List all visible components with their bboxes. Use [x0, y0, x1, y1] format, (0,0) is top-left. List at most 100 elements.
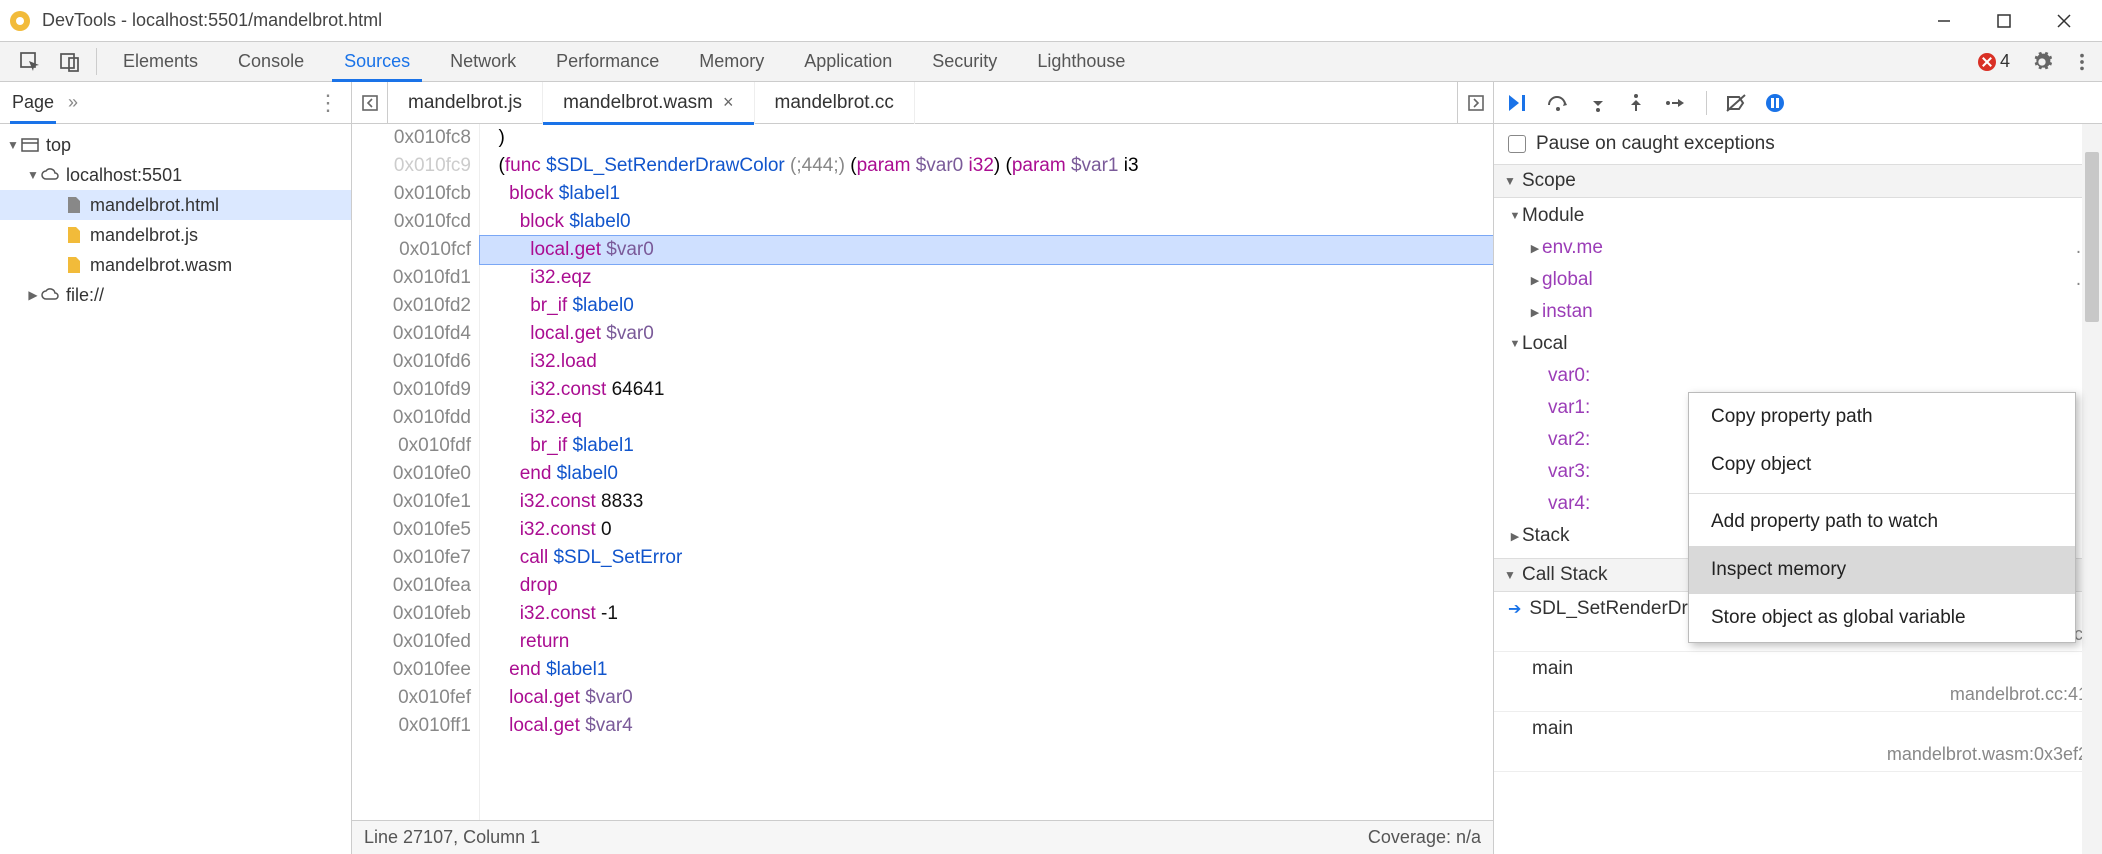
- file-icon: [64, 255, 84, 275]
- checkbox[interactable]: [1508, 135, 1526, 153]
- code-line: i32.load: [480, 348, 1493, 376]
- gutter-address[interactable]: 0x010fe5: [360, 516, 471, 544]
- inspect-element-icon[interactable]: [10, 42, 50, 81]
- gutter-address[interactable]: 0x010fd1: [360, 264, 471, 292]
- gutter-address[interactable]: 0x010ff1: [360, 712, 471, 740]
- scope-local-item[interactable]: var0:: [1494, 360, 2102, 392]
- sidebar-tab-page[interactable]: Page: [12, 92, 54, 113]
- gutter-address[interactable]: 0x010fd4: [360, 320, 471, 348]
- gutter-address[interactable]: 0x010fcf: [360, 236, 471, 264]
- prev-file-icon[interactable]: [352, 82, 388, 124]
- tab-lighthouse[interactable]: Lighthouse: [1017, 42, 1145, 81]
- gutter-address[interactable]: 0x010fdf: [360, 432, 471, 460]
- tab-performance[interactable]: Performance: [536, 42, 679, 81]
- scope-key: global: [1542, 269, 1593, 291]
- gutter-address[interactable]: 0x010fea: [360, 572, 471, 600]
- tree-file-wasm[interactable]: mandelbrot.wasm: [0, 250, 351, 280]
- tab-network[interactable]: Network: [430, 42, 536, 81]
- gutter-address[interactable]: 0x010fc8: [360, 124, 471, 152]
- tree-file-scheme[interactable]: ▶file://: [0, 280, 351, 310]
- maximize-button[interactable]: [1974, 1, 2034, 41]
- context-menu-item[interactable]: Copy object: [1689, 441, 2075, 489]
- pause-on-caught-label: Pause on caught exceptions: [1536, 133, 1775, 155]
- file-tab-wasm[interactable]: mandelbrot.wasm×: [543, 82, 754, 124]
- minimize-button[interactable]: [1914, 1, 1974, 41]
- scope-module-item[interactable]: ▶instan: [1494, 296, 2102, 328]
- code-line: call $SDL_SetError: [480, 544, 1493, 572]
- scope-key: env.me: [1542, 237, 1603, 259]
- gutter-address[interactable]: 0x010fcb: [360, 180, 471, 208]
- gutter-address[interactable]: 0x010feb: [360, 600, 471, 628]
- close-file-icon[interactable]: ×: [723, 92, 734, 113]
- error-count: 4: [2000, 51, 2010, 72]
- sidebar-more-icon[interactable]: ⋮: [317, 90, 339, 116]
- scrollbar[interactable]: [2082, 124, 2102, 854]
- tree-file-js[interactable]: mandelbrot.js: [0, 220, 351, 250]
- gutter-address[interactable]: 0x010fe0: [360, 460, 471, 488]
- callstack-fn: main: [1532, 718, 1573, 740]
- deactivate-breakpoints-icon[interactable]: [1725, 93, 1747, 113]
- tree-file-html[interactable]: mandelbrot.html: [0, 190, 351, 220]
- next-file-icon[interactable]: [1457, 82, 1493, 124]
- callstack-frame[interactable]: mainmandelbrot.wasm:0x3ef2: [1494, 712, 2102, 772]
- step-over-icon[interactable]: [1546, 93, 1570, 113]
- pause-exceptions-icon[interactable]: [1765, 93, 1785, 113]
- context-menu-item[interactable]: Store object as global variable: [1689, 594, 2075, 642]
- scope-key: var0:: [1548, 365, 1590, 387]
- gutter-address[interactable]: 0x010fe1: [360, 488, 471, 516]
- gutter-address[interactable]: 0x010fed: [360, 628, 471, 656]
- code-line: i32.const 0: [480, 516, 1493, 544]
- sidebar-tabs-overflow-icon[interactable]: »: [68, 92, 78, 113]
- device-toolbar-icon[interactable]: [50, 42, 90, 81]
- gutter-address[interactable]: 0x010fdd: [360, 404, 471, 432]
- source-panel: mandelbrot.js mandelbrot.wasm× mandelbro…: [352, 82, 1494, 854]
- file-tab-js[interactable]: mandelbrot.js: [388, 82, 543, 124]
- file-tab-cc[interactable]: mandelbrot.cc: [755, 82, 915, 124]
- scrollbar-thumb[interactable]: [2085, 152, 2099, 322]
- tree-top[interactable]: ▼top: [0, 130, 351, 160]
- context-menu-item[interactable]: Inspect memory: [1689, 546, 2075, 594]
- tab-security[interactable]: Security: [912, 42, 1017, 81]
- step-out-icon[interactable]: [1626, 93, 1646, 113]
- callstack-frame[interactable]: mainmandelbrot.cc:41: [1494, 652, 2102, 712]
- gutter-address[interactable]: 0x010fd2: [360, 292, 471, 320]
- error-count-badge[interactable]: 4: [1978, 42, 2010, 81]
- title-bar: DevTools - localhost:5501/mandelbrot.htm…: [0, 0, 2102, 42]
- gutter-address[interactable]: 0x010fe7: [360, 544, 471, 572]
- code-line: end $label0: [480, 460, 1493, 488]
- gutter-address[interactable]: 0x010fee: [360, 656, 471, 684]
- gutter-address[interactable]: 0x010fd6: [360, 348, 471, 376]
- resume-icon[interactable]: [1506, 93, 1528, 113]
- scope-module-item[interactable]: ▶global…: [1494, 264, 2102, 296]
- tab-elements[interactable]: Elements: [103, 42, 218, 81]
- scope-module[interactable]: ▼Module: [1494, 200, 2102, 232]
- scope-module-item[interactable]: ▶env.me…: [1494, 232, 2102, 264]
- tree-host[interactable]: ▼localhost:5501: [0, 160, 351, 190]
- scope-local-label: Local: [1522, 333, 1567, 355]
- tab-console[interactable]: Console: [218, 42, 324, 81]
- gutter-address[interactable]: 0x010fc9: [360, 152, 471, 180]
- pause-on-caught-row[interactable]: Pause on caught exceptions: [1494, 124, 2102, 164]
- tab-sources[interactable]: Sources: [324, 42, 430, 81]
- code-line: drop: [480, 572, 1493, 600]
- window-title: DevTools - localhost:5501/mandelbrot.htm…: [42, 10, 1914, 31]
- gutter-address[interactable]: 0x010fcd: [360, 208, 471, 236]
- tree-file-label: mandelbrot.html: [90, 195, 219, 216]
- close-button[interactable]: [2034, 1, 2094, 41]
- code-line: i32.eqz: [480, 264, 1493, 292]
- scope-local[interactable]: ▼Local: [1494, 328, 2102, 360]
- code-editor[interactable]: 0x010fc80x010fc90x010fcb0x010fcd0x010fcf…: [352, 124, 1493, 820]
- tab-memory[interactable]: Memory: [679, 42, 784, 81]
- context-menu-item[interactable]: Copy property path: [1689, 393, 2075, 441]
- settings-icon[interactable]: [2022, 42, 2062, 81]
- more-menu-icon[interactable]: [2062, 42, 2102, 81]
- scope-section-header[interactable]: ▼Scope: [1494, 164, 2102, 198]
- code-line: block $label1: [480, 180, 1493, 208]
- tree-file-label: mandelbrot.js: [90, 225, 198, 246]
- context-menu-item[interactable]: Add property path to watch: [1689, 498, 2075, 546]
- step-into-icon[interactable]: [1588, 93, 1608, 113]
- gutter-address[interactable]: 0x010fd9: [360, 376, 471, 404]
- gutter-address[interactable]: 0x010fef: [360, 684, 471, 712]
- step-icon[interactable]: [1664, 93, 1688, 113]
- tab-application[interactable]: Application: [784, 42, 912, 81]
